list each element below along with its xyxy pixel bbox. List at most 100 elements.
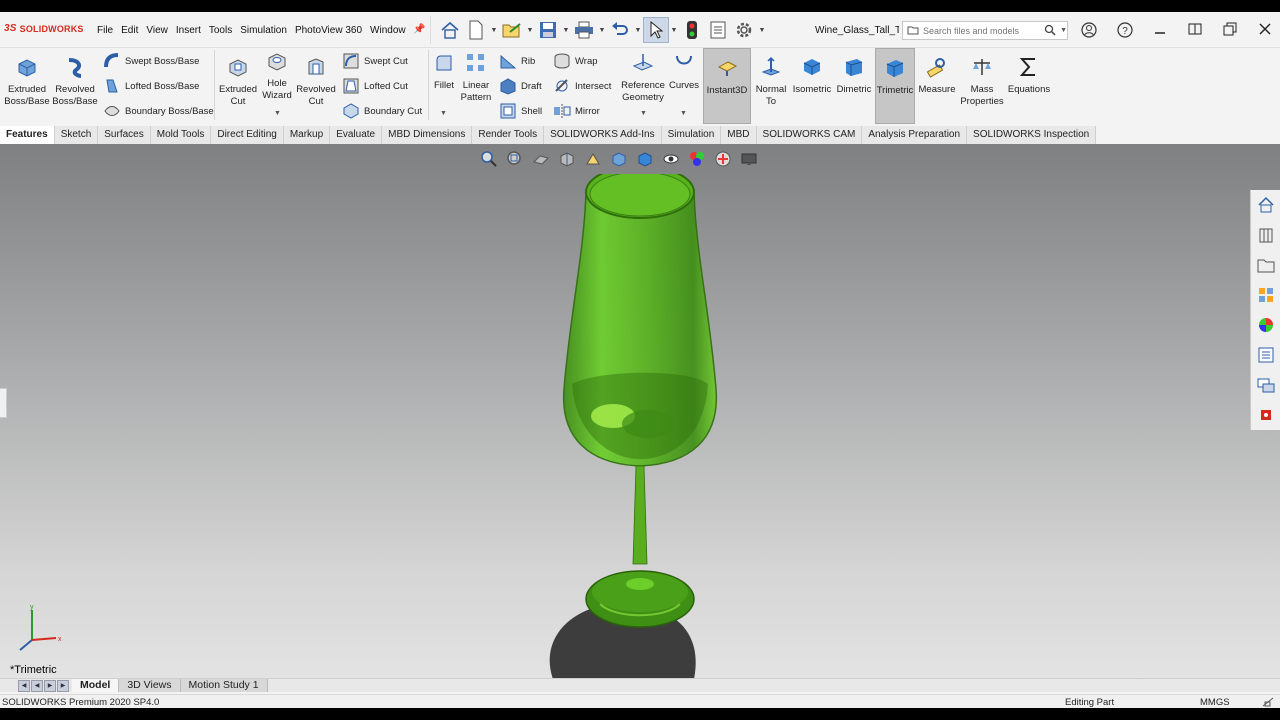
new-dropdown-icon[interactable]: ▼ — [489, 17, 499, 43]
tab-solidworks-cam[interactable]: SOLIDWORKS CAM — [756, 126, 863, 144]
file-explorer-icon[interactable] — [1251, 250, 1280, 280]
hole-wizard-button[interactable]: Hole Wizard — [258, 50, 296, 102]
shell-button[interactable]: Shell — [499, 102, 542, 120]
rebuild-icon[interactable] — [679, 17, 705, 43]
tile-windows-icon[interactable] — [1185, 22, 1205, 39]
last-tab-icon[interactable]: ▶ — [57, 679, 69, 692]
lofted-boss-button[interactable]: Lofted Boss/Base — [103, 77, 199, 95]
rib-button[interactable]: Rib — [499, 52, 535, 70]
wrap-button[interactable]: Wrap — [553, 52, 598, 70]
curves-dropdown-icon[interactable]: ▼ — [680, 110, 687, 117]
save-dropdown-icon[interactable]: ▼ — [561, 17, 571, 43]
tab-direct-editing[interactable]: Direct Editing — [211, 126, 284, 144]
tab-motion-study-1[interactable]: Motion Study 1 — [180, 679, 268, 692]
print-icon[interactable] — [571, 17, 597, 43]
hide-show-items-icon[interactable] — [660, 149, 682, 169]
tab-features[interactable]: Features — [0, 126, 55, 144]
design-library-icon[interactable] — [1251, 220, 1280, 250]
feature-manager-expand-handle[interactable] — [0, 388, 7, 418]
revolved-cut-button[interactable]: Revolved Cut — [295, 56, 337, 108]
display-style-icon[interactable] — [634, 149, 656, 169]
normal-to-button[interactable]: Normal To — [752, 56, 790, 108]
undo-icon[interactable] — [607, 17, 633, 43]
apply-scene-icon[interactable] — [712, 149, 734, 169]
tab-surfaces[interactable]: Surfaces — [98, 126, 151, 144]
first-tab-icon[interactable]: ◀ — [18, 679, 30, 692]
tab-sketch[interactable]: Sketch — [54, 126, 99, 144]
undo-dropdown-icon[interactable]: ▼ — [633, 17, 643, 43]
unit-system[interactable]: MMGS — [1200, 697, 1230, 708]
extruded-boss-button[interactable]: Extruded Boss/Base — [4, 56, 50, 108]
equations-button[interactable]: Equations — [1006, 56, 1052, 96]
menu-file[interactable]: File — [97, 25, 119, 36]
menu-tools[interactable]: Tools — [209, 25, 238, 36]
customize-status-bar-icon[interactable] — [1262, 697, 1274, 708]
mirror-button[interactable]: Mirror — [553, 102, 600, 120]
file-properties-icon[interactable] — [705, 17, 731, 43]
previous-view-icon[interactable] — [530, 149, 552, 169]
extruded-cut-button[interactable]: Extruded Cut — [216, 56, 260, 108]
open-dropdown-icon[interactable]: ▼ — [525, 17, 535, 43]
user-account-icon[interactable] — [1079, 22, 1099, 41]
tab-solidworks-add-ins[interactable]: SOLIDWORKS Add-Ins — [544, 126, 662, 144]
tab-3d-views[interactable]: 3D Views — [119, 679, 181, 692]
trimetric-button[interactable]: Trimetric — [875, 48, 915, 124]
forum-icon[interactable] — [1251, 370, 1280, 400]
search-scope-icon[interactable] — [907, 25, 919, 37]
menu-insert[interactable]: Insert — [176, 25, 207, 36]
tab-analysis-preparation[interactable]: Analysis Preparation — [862, 126, 968, 144]
appearances-icon[interactable] — [1251, 310, 1280, 340]
options-dropdown-icon[interactable]: ▼ — [757, 17, 767, 43]
lofted-cut-button[interactable]: Lofted Cut — [342, 77, 408, 95]
edit-appearance-icon[interactable] — [686, 149, 708, 169]
measure-button[interactable]: Measure — [916, 56, 958, 96]
swept-boss-button[interactable]: Swept Boss/Base — [103, 52, 199, 70]
tab-mbd-dimensions[interactable]: MBD Dimensions — [382, 126, 473, 144]
custom-properties-icon[interactable] — [1251, 340, 1280, 370]
tab-markup[interactable]: Markup — [283, 126, 331, 144]
search-box[interactable]: ▼ — [902, 21, 1068, 40]
tab-simulation[interactable]: Simulation — [661, 126, 722, 144]
minimize-icon[interactable] — [1150, 22, 1170, 39]
tab-mbd[interactable]: MBD — [721, 126, 757, 144]
wine-glass-model[interactable] — [500, 174, 790, 678]
print-dropdown-icon[interactable]: ▼ — [597, 17, 607, 43]
tab-mold-tools[interactable]: Mold Tools — [150, 126, 212, 144]
section-view-icon[interactable] — [556, 149, 578, 169]
hole-wizard-dropdown-icon[interactable]: ▼ — [274, 110, 281, 117]
isometric-button[interactable]: Isometric — [791, 56, 833, 96]
home-icon[interactable] — [437, 17, 463, 43]
select-pointer-icon[interactable] — [643, 17, 669, 43]
menu-view[interactable]: View — [146, 25, 174, 36]
menu-simulation[interactable]: Simulation — [240, 25, 293, 36]
new-document-icon[interactable] — [463, 17, 489, 43]
linear-pattern-button[interactable]: Linear Pattern — [459, 52, 493, 104]
revolved-boss-button[interactable]: Revolved Boss/Base — [52, 56, 98, 108]
reference-geometry-button[interactable]: Reference Geometry — [619, 52, 667, 104]
menu-edit[interactable]: Edit — [121, 25, 144, 36]
boundary-boss-button[interactable]: Boundary Boss/Base — [103, 102, 214, 120]
next-tab-icon[interactable]: ▶ — [44, 679, 56, 692]
view-palette-icon[interactable] — [1251, 280, 1280, 310]
restore-icon[interactable] — [1220, 22, 1240, 39]
tab-scroll-arrows[interactable]: ◀ ◀ ▶ ▶ — [18, 679, 72, 692]
mass-properties-button[interactable]: Mass Properties — [958, 56, 1006, 108]
solidworks-resources-home-icon[interactable] — [1251, 190, 1280, 220]
close-icon[interactable] — [1255, 22, 1275, 39]
prev-tab-icon[interactable]: ◀ — [31, 679, 43, 692]
search-dropdown-icon[interactable]: ▼ — [1060, 27, 1067, 34]
open-icon[interactable] — [499, 17, 525, 43]
menu-window[interactable]: Window — [370, 25, 412, 36]
tab-solidworks-inspection[interactable]: SOLIDWORKS Inspection — [967, 126, 1097, 144]
fillet-dropdown-icon[interactable]: ▼ — [440, 110, 447, 117]
solidworks-logo[interactable]: 3S SOLIDWORKS — [4, 23, 84, 34]
dynamic-annotation-icon[interactable] — [582, 149, 604, 169]
tab-model[interactable]: Model — [72, 679, 120, 692]
view-orientation-icon[interactable] — [608, 149, 630, 169]
select-dropdown-icon[interactable]: ▼ — [669, 17, 679, 43]
menu-photoview[interactable]: PhotoView 360 — [295, 25, 368, 36]
search-input[interactable] — [923, 25, 1041, 36]
pin-icon[interactable]: 📌 — [413, 24, 425, 35]
swept-cut-button[interactable]: Swept Cut — [342, 52, 408, 70]
instant3d-button[interactable]: Instant3D — [703, 48, 751, 124]
